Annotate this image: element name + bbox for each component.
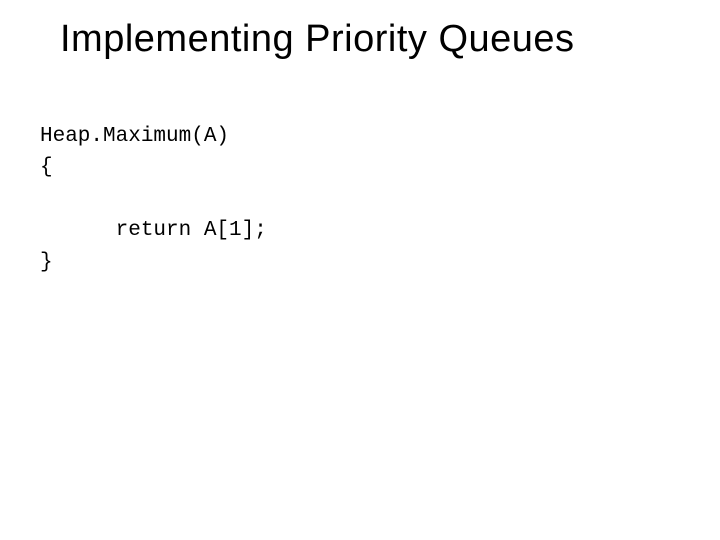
code-block: Heap.Maximum(A) { return A[1]; } xyxy=(40,89,680,310)
code-line-4: return A[1]; xyxy=(40,219,267,242)
code-line-1: Heap.Maximum(A) xyxy=(40,125,229,148)
code-line-5: } xyxy=(40,251,53,274)
slide-title: Implementing Priority Queues xyxy=(60,18,680,61)
code-line-2: { xyxy=(40,156,53,179)
slide-container: Implementing Priority Queues Heap.Maximu… xyxy=(0,0,720,540)
